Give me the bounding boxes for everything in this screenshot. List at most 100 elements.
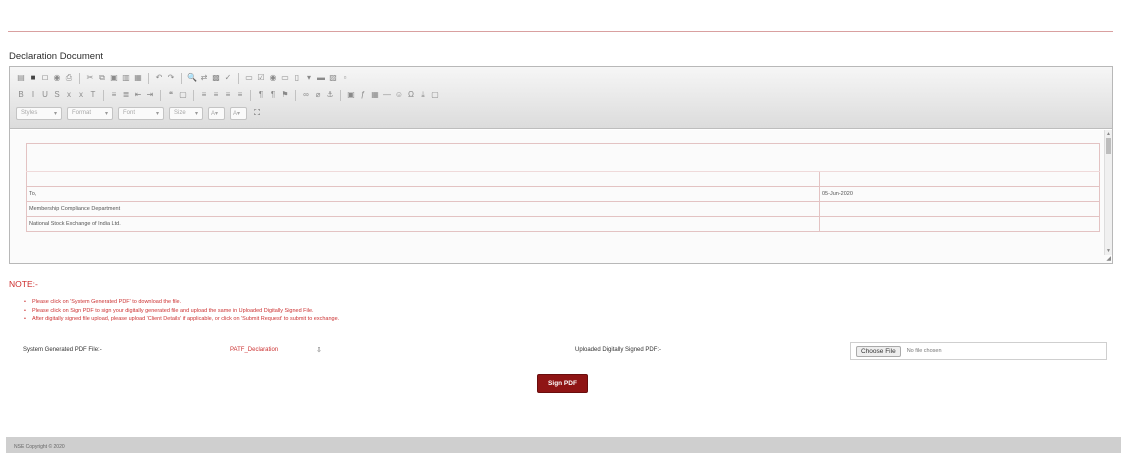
maximize-icon[interactable]: ⛶ xyxy=(252,108,262,118)
image-button-icon[interactable]: ▨ xyxy=(328,73,338,83)
checkbox-icon[interactable]: ☑ xyxy=(256,73,266,83)
paste-icon[interactable]: ▣ xyxy=(109,73,119,83)
table-icon[interactable]: ▦ xyxy=(370,90,380,100)
link-icon[interactable]: ∞ xyxy=(301,90,311,100)
find-icon[interactable]: 🔍 xyxy=(187,73,197,83)
form-icon[interactable]: ▭ xyxy=(244,73,254,83)
italic-icon[interactable]: I xyxy=(28,90,38,100)
toolbar-separator xyxy=(238,72,239,84)
font-combo-label: Font xyxy=(123,110,136,116)
preview-icon[interactable]: ◉ xyxy=(52,73,62,83)
file-status-text: No file chosen xyxy=(906,348,942,354)
select-all-icon[interactable]: ▩ xyxy=(211,73,221,83)
table-row: To, 05-Jun-2020 xyxy=(26,186,1100,202)
underline-icon[interactable]: U xyxy=(40,90,50,100)
toolbar-row-2: B I U Sx x T ≡ ≣ ⇤ ⇥ ❝ ▢ ≡ ≡ ≡ ≡ ¶ ¶ ⚑ ∞ ⌀ ⚓ ▣ ƒ ▦ ― ☺ Ω ⤓ ▢ xyxy=(16,88,440,102)
superscript-icon[interactable]: x xyxy=(76,90,86,100)
note-item: After digitally signed file upload, plea… xyxy=(24,315,339,324)
iframe-icon[interactable]: ▢ xyxy=(430,90,440,100)
scroll-down-icon[interactable]: ▼ xyxy=(1106,248,1111,254)
language-icon[interactable]: ⚑ xyxy=(280,90,290,100)
toolbar-separator xyxy=(160,89,161,101)
table-cell xyxy=(819,216,1100,232)
system-pdf-link[interactable]: PATF_Declaration xyxy=(230,347,278,353)
unlink-icon[interactable]: ⌀ xyxy=(313,90,323,100)
toolbar-separator xyxy=(103,89,104,101)
text-color-button[interactable]: A▾ xyxy=(208,106,225,120)
outdent-icon[interactable]: ⇤ xyxy=(133,90,143,100)
save-icon[interactable]: ■ xyxy=(28,73,38,83)
align-center-icon[interactable]: ≡ xyxy=(211,90,221,100)
toolbar-separator xyxy=(250,89,251,101)
sign-pdf-button[interactable]: Sign PDF xyxy=(537,374,588,393)
note-heading: NOTE:- xyxy=(9,279,38,289)
copy-icon[interactable]: ⧉ xyxy=(97,73,107,83)
select-icon[interactable]: ▾ xyxy=(304,73,314,83)
textfield-icon[interactable]: ▭ xyxy=(280,73,290,83)
blockquote-icon[interactable]: ❝ xyxy=(166,90,176,100)
smiley-icon[interactable]: ☺ xyxy=(394,90,404,100)
div-icon[interactable]: ▢ xyxy=(178,90,188,100)
signed-pdf-file-input[interactable]: Choose File No file chosen xyxy=(850,342,1107,360)
rich-text-editor[interactable]: ▤ ■ □ ◉ ⎙ ✂ ⧉ ▣ ▥ ▦ ↶ ↷ 🔍 ⇄ ▩ ✓ ▭ ☑ ◉ ▭ ▯ ▾ ▬ ▨ ▫ B I U Sx x T ≡ ≣ ⇤ ⇥ ❝ ▢ ≡… xyxy=(9,66,1113,264)
rtl-icon[interactable]: ¶ xyxy=(268,90,278,100)
radio-icon[interactable]: ◉ xyxy=(268,73,278,83)
replace-icon[interactable]: ⇄ xyxy=(199,73,209,83)
remove-format-icon[interactable]: T xyxy=(88,90,98,100)
cut-icon[interactable]: ✂ xyxy=(85,73,95,83)
styles-combo[interactable]: Styles ▾ xyxy=(16,106,62,120)
flash-icon[interactable]: ƒ xyxy=(358,90,368,100)
download-icon[interactable]: ⇩ xyxy=(316,346,322,354)
scroll-up-icon[interactable]: ▲ xyxy=(1106,131,1111,137)
choose-file-button[interactable]: Choose File xyxy=(856,345,901,357)
print-icon[interactable]: ⎙ xyxy=(64,73,74,83)
paste-word-icon[interactable]: ▦ xyxy=(133,73,143,83)
table-row xyxy=(26,171,1100,187)
toolbar-separator xyxy=(340,89,341,101)
image-icon[interactable]: ▣ xyxy=(346,90,356,100)
indent-icon[interactable]: ⇥ xyxy=(145,90,155,100)
special-char-icon[interactable]: Ω xyxy=(406,90,416,100)
format-combo[interactable]: Format ▾ xyxy=(67,106,113,120)
hr-icon[interactable]: ― xyxy=(382,90,392,100)
anchor-icon[interactable]: ⚓ xyxy=(325,90,335,100)
ltr-icon[interactable]: ¶ xyxy=(256,90,266,100)
source-icon[interactable]: ▤ xyxy=(16,73,26,83)
note-item: Please click on Sign PDF to sign your di… xyxy=(24,307,339,316)
redo-icon[interactable]: ↷ xyxy=(166,73,176,83)
textarea-icon[interactable]: ▯ xyxy=(292,73,302,83)
editor-content-area[interactable]: To, 05-Jun-2020 Membership Compliance De… xyxy=(10,130,1112,263)
bulleted-list-icon[interactable]: ≣ xyxy=(121,90,131,100)
chevron-down-icon: ▾ xyxy=(53,110,57,117)
bold-icon[interactable]: B xyxy=(16,90,26,100)
pagebreak-icon[interactable]: ⤓ xyxy=(418,90,428,100)
numbered-list-icon[interactable]: ≡ xyxy=(109,90,119,100)
align-left-icon[interactable]: ≡ xyxy=(199,90,209,100)
button-icon[interactable]: ▬ xyxy=(316,73,326,83)
new-page-icon[interactable]: □ xyxy=(40,73,50,83)
spellcheck-icon[interactable]: ✓ xyxy=(223,73,233,83)
undo-icon[interactable]: ↶ xyxy=(154,73,164,83)
subscript-icon[interactable]: x xyxy=(64,90,74,100)
strike-icon[interactable]: S xyxy=(52,90,62,100)
editor-scrollbar[interactable]: ▲ ▼ xyxy=(1104,130,1112,255)
scroll-thumb[interactable] xyxy=(1106,138,1111,154)
font-combo[interactable]: Font ▾ xyxy=(118,106,164,120)
toolbar-row-1: ▤ ■ □ ◉ ⎙ ✂ ⧉ ▣ ▥ ▦ ↶ ↷ 🔍 ⇄ ▩ ✓ ▭ ☑ ◉ ▭ ▯ ▾ ▬ ▨ ▫ xyxy=(16,71,350,85)
align-right-icon[interactable]: ≡ xyxy=(223,90,233,100)
paste-text-icon[interactable]: ▥ xyxy=(121,73,131,83)
address-line-cell: Membership Compliance Department xyxy=(26,201,820,217)
note-list: Please click on 'System Generated PDF' t… xyxy=(24,298,339,324)
toolbar-separator xyxy=(148,72,149,84)
chevron-down-icon: ▾ xyxy=(194,110,198,117)
toolbar-separator xyxy=(295,89,296,101)
resize-grip-icon[interactable]: ◢ xyxy=(1106,255,1111,262)
table-cell xyxy=(819,171,1100,187)
hidden-field-icon[interactable]: ▫ xyxy=(340,73,350,83)
background-color-button[interactable]: A▾ xyxy=(230,106,247,120)
footer-copyright: NSE Copyright © 2020 xyxy=(14,444,65,450)
justify-icon[interactable]: ≡ xyxy=(235,90,245,100)
chevron-down-icon: ▾ xyxy=(155,110,159,117)
size-combo[interactable]: Size ▾ xyxy=(169,106,203,120)
note-item: Please click on 'System Generated PDF' t… xyxy=(24,298,339,307)
